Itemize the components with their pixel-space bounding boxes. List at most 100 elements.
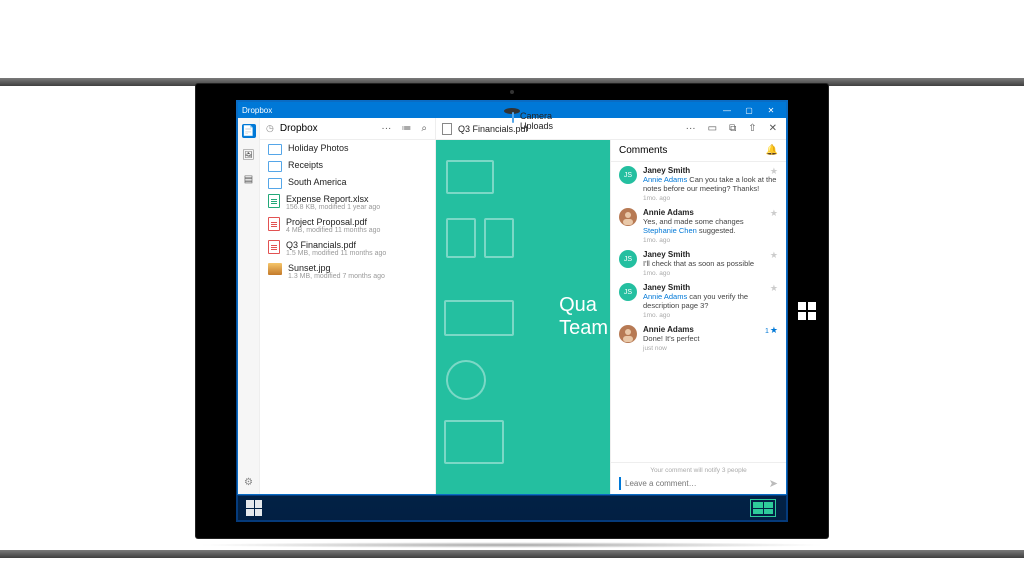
- preview-panel: Q3 Financials.pdf ··· ▭ ⧉ ⇧ ✕: [436, 118, 786, 494]
- folder-icon: [268, 144, 282, 155]
- comment-time: 1mo. ago: [643, 195, 778, 202]
- window-title: Dropbox: [242, 106, 272, 115]
- files-more-button[interactable]: ···: [379, 123, 393, 134]
- file-meta: 4 MB, modified 11 months ago: [286, 227, 380, 234]
- comment-item: JS Janey SmithAnnie Adams Can you take a …: [611, 162, 786, 204]
- files-panel: ◷ Dropbox ··· ≔ ⌕ Camera UploadsHoliday …: [260, 118, 436, 494]
- avatar[interactable]: [619, 325, 637, 343]
- task-view-button[interactable]: [750, 499, 776, 517]
- star-button[interactable]: 1★: [765, 325, 778, 336]
- windows-logo-hw: [798, 302, 816, 320]
- file-icon: [268, 194, 280, 208]
- files-view-toggle-icon[interactable]: ≔: [399, 123, 413, 134]
- iconbar-paper-icon[interactable]: ▤: [242, 172, 256, 186]
- mention[interactable]: Annie Adams: [643, 292, 687, 301]
- comment-text: Yes, and made some changes Stephanie Che…: [643, 217, 778, 235]
- document-title-text: Qua Team: [559, 294, 610, 340]
- folder-icon: [268, 178, 282, 189]
- folder-row[interactable]: South America: [260, 174, 435, 191]
- preview-comments-icon[interactable]: ▭: [705, 123, 720, 134]
- comment-author: Annie Adams: [643, 208, 778, 217]
- comments-list: JSJaney SmithAnnie Adams Can you take a …: [611, 162, 786, 462]
- file-row[interactable]: Q3 Financials.pdf1.5 MB, modified 11 mon…: [260, 237, 435, 260]
- avatar[interactable]: JS: [619, 166, 637, 184]
- comment-item: JS Janey SmithAnnie Adams can you verify …: [611, 279, 786, 321]
- file-meta: 1.5 MB, modified 11 months ago: [286, 250, 386, 257]
- avatar[interactable]: JS: [619, 283, 637, 301]
- left-iconbar: 📄 🖼 ▤ ⚙: [238, 118, 260, 494]
- iconbar-files-icon[interactable]: 📄: [242, 124, 256, 138]
- files-panel-header: ◷ Dropbox ··· ≔ ⌕: [260, 118, 435, 140]
- comment-text: Done! It's perfect: [643, 334, 778, 343]
- folder-row[interactable]: Holiday Photos: [260, 140, 435, 157]
- file-label: Project Proposal.pdf: [286, 217, 380, 227]
- mention[interactable]: Stephanie Chen: [643, 226, 697, 235]
- dropbox-app-window: Dropbox — ▢ ✕ 📄 🖼 ▤ ⚙ ◷ Dropbox: [238, 102, 786, 494]
- window-maximize-button[interactable]: ▢: [738, 106, 760, 115]
- mention[interactable]: Annie Adams: [643, 175, 687, 184]
- iconbar-settings-icon[interactable]: ⚙: [244, 477, 253, 488]
- comment-author: Annie Adams: [643, 325, 778, 334]
- avatar[interactable]: [619, 208, 637, 226]
- folder-label: Camera Uploads: [520, 111, 553, 131]
- comment-author: Janey Smith: [643, 283, 778, 292]
- file-list: Expense Report.xlsx156.8 KB, modified 1 …: [260, 191, 435, 283]
- file-row[interactable]: Sunset.jpg1.3 MB, modified 7 months ago: [260, 260, 435, 283]
- windows-taskbar: [238, 496, 786, 520]
- preview-close-button[interactable]: ✕: [766, 123, 780, 134]
- file-meta: 1.3 MB, modified 7 months ago: [288, 273, 385, 280]
- comment-item: Annie AdamsDone! It's perfect just now 1★: [611, 321, 786, 354]
- preview-toolbar: Q3 Financials.pdf ··· ▭ ⧉ ⇧ ✕: [436, 118, 786, 140]
- file-icon: [268, 240, 280, 254]
- preview-copy-icon[interactable]: ⧉: [726, 123, 739, 134]
- tablet-shadow: [196, 542, 828, 548]
- comment-text: I'll check that as soon as possible: [643, 259, 778, 268]
- image-thumbnail: [268, 263, 282, 275]
- iconbar-photos-icon[interactable]: 🖼: [242, 148, 256, 162]
- star-button[interactable]: ★: [770, 208, 778, 219]
- window-close-button[interactable]: ✕: [760, 106, 782, 115]
- star-button[interactable]: ★: [770, 250, 778, 261]
- comments-title: Comments: [619, 145, 667, 156]
- comment-notify-text: Your comment will notify 3 people: [619, 467, 778, 474]
- file-row[interactable]: Project Proposal.pdf4 MB, modified 11 mo…: [260, 214, 435, 237]
- star-button[interactable]: ★: [770, 166, 778, 177]
- recents-icon[interactable]: ◷: [266, 123, 274, 134]
- folder-label: Holiday Photos: [288, 143, 349, 153]
- file-row[interactable]: Expense Report.xlsx156.8 KB, modified 1 …: [260, 191, 435, 214]
- files-panel-title: Dropbox: [280, 123, 318, 134]
- comment-text: Annie Adams Can you take a look at the n…: [643, 175, 778, 193]
- start-button[interactable]: [246, 500, 262, 516]
- folder-row[interactable]: Receipts: [260, 157, 435, 174]
- preview-share-icon[interactable]: ⇧: [745, 123, 759, 134]
- notifications-bell-icon[interactable]: 🔔: [766, 145, 778, 156]
- file-label: Q3 Financials.pdf: [286, 240, 386, 250]
- file-icon: [268, 217, 280, 231]
- comment-input[interactable]: [619, 477, 763, 490]
- files-search-icon[interactable]: ⌕: [419, 123, 429, 134]
- send-comment-icon[interactable]: ➤: [769, 477, 778, 490]
- backdrop-bar-bottom: [0, 550, 1024, 558]
- document-preview[interactable]: Qua Team: [436, 140, 610, 494]
- comment-time: just now: [643, 345, 778, 352]
- comment-time: 1mo. ago: [643, 270, 778, 277]
- folder-icon: [512, 112, 514, 123]
- preview-more-button[interactable]: ···: [683, 123, 699, 134]
- file-label: Expense Report.xlsx: [286, 194, 380, 204]
- preview-title: Q3 Financials.pdf: [458, 124, 528, 134]
- folder-row[interactable]: Camera Uploads: [504, 108, 520, 114]
- document-icon: [442, 123, 452, 135]
- comment-item: JSJaney SmithI'll check that as soon as …: [611, 246, 786, 279]
- comment-text: Annie Adams can you verify the descripti…: [643, 292, 778, 310]
- comment-time: 1mo. ago: [643, 237, 778, 244]
- comments-panel: Comments 🔔 JSJaney SmithAnnie Adams Can …: [610, 140, 786, 494]
- window-minimize-button[interactable]: —: [716, 106, 738, 115]
- folder-label: Receipts: [288, 160, 323, 170]
- comment-time: 1mo. ago: [643, 312, 778, 319]
- comment-item: Annie AdamsYes, and made some changes St…: [611, 204, 786, 246]
- star-button[interactable]: ★: [770, 283, 778, 294]
- comment-author: Janey Smith: [643, 166, 778, 175]
- avatar[interactable]: JS: [619, 250, 637, 268]
- folder-list: Camera UploadsHoliday PhotosReceiptsSout…: [260, 140, 435, 191]
- tablet-screen: Dropbox — ▢ ✕ 📄 🖼 ▤ ⚙ ◷ Dropbox: [236, 100, 788, 522]
